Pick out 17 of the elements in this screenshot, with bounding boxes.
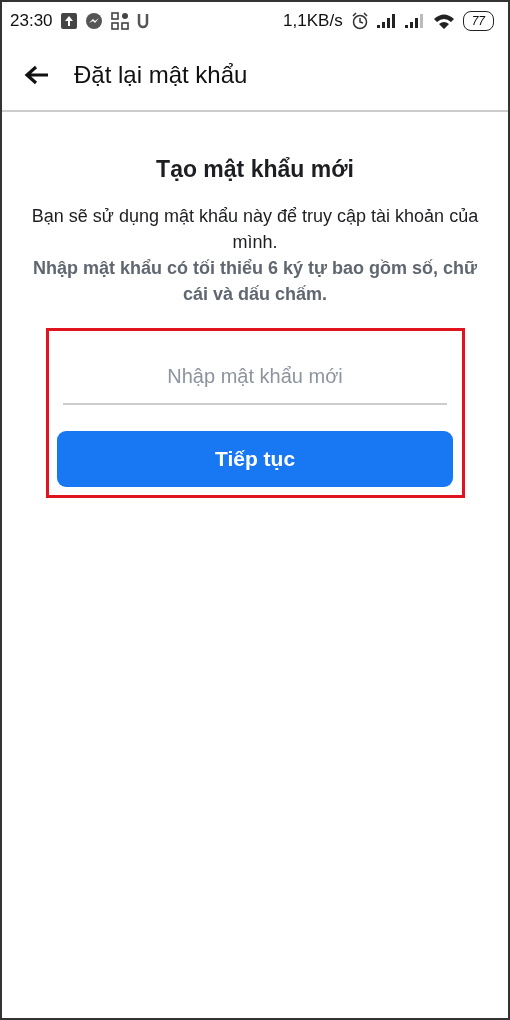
hint-text: Nhập mật khẩu có tối thiểu 6 ký tự bao gồm số, chữ cái và dấu chấm. bbox=[31, 256, 479, 306]
back-arrow-icon[interactable] bbox=[24, 65, 50, 85]
alarm-icon bbox=[350, 12, 369, 30]
upload-icon bbox=[60, 13, 77, 29]
apps-icon bbox=[110, 12, 129, 30]
continue-button[interactable]: Tiếp tục bbox=[57, 430, 453, 487]
magnet-icon bbox=[136, 13, 149, 29]
battery-level: 77 bbox=[462, 11, 494, 31]
messenger-icon bbox=[84, 12, 103, 30]
screen-title: Đặt lại mật khẩu bbox=[74, 60, 248, 90]
network-speed: 1,1KB/s bbox=[283, 10, 343, 33]
page-heading: Tạo mật khẩu mới bbox=[156, 155, 354, 184]
status-time: 23:30 bbox=[10, 10, 53, 33]
wifi-icon bbox=[432, 13, 455, 29]
signal-icon bbox=[404, 14, 425, 28]
signal-icon bbox=[376, 14, 397, 28]
description-text: Bạn sẽ sử dụng mật khẩu này để truy cập tài khoản của mình. bbox=[30, 204, 480, 254]
